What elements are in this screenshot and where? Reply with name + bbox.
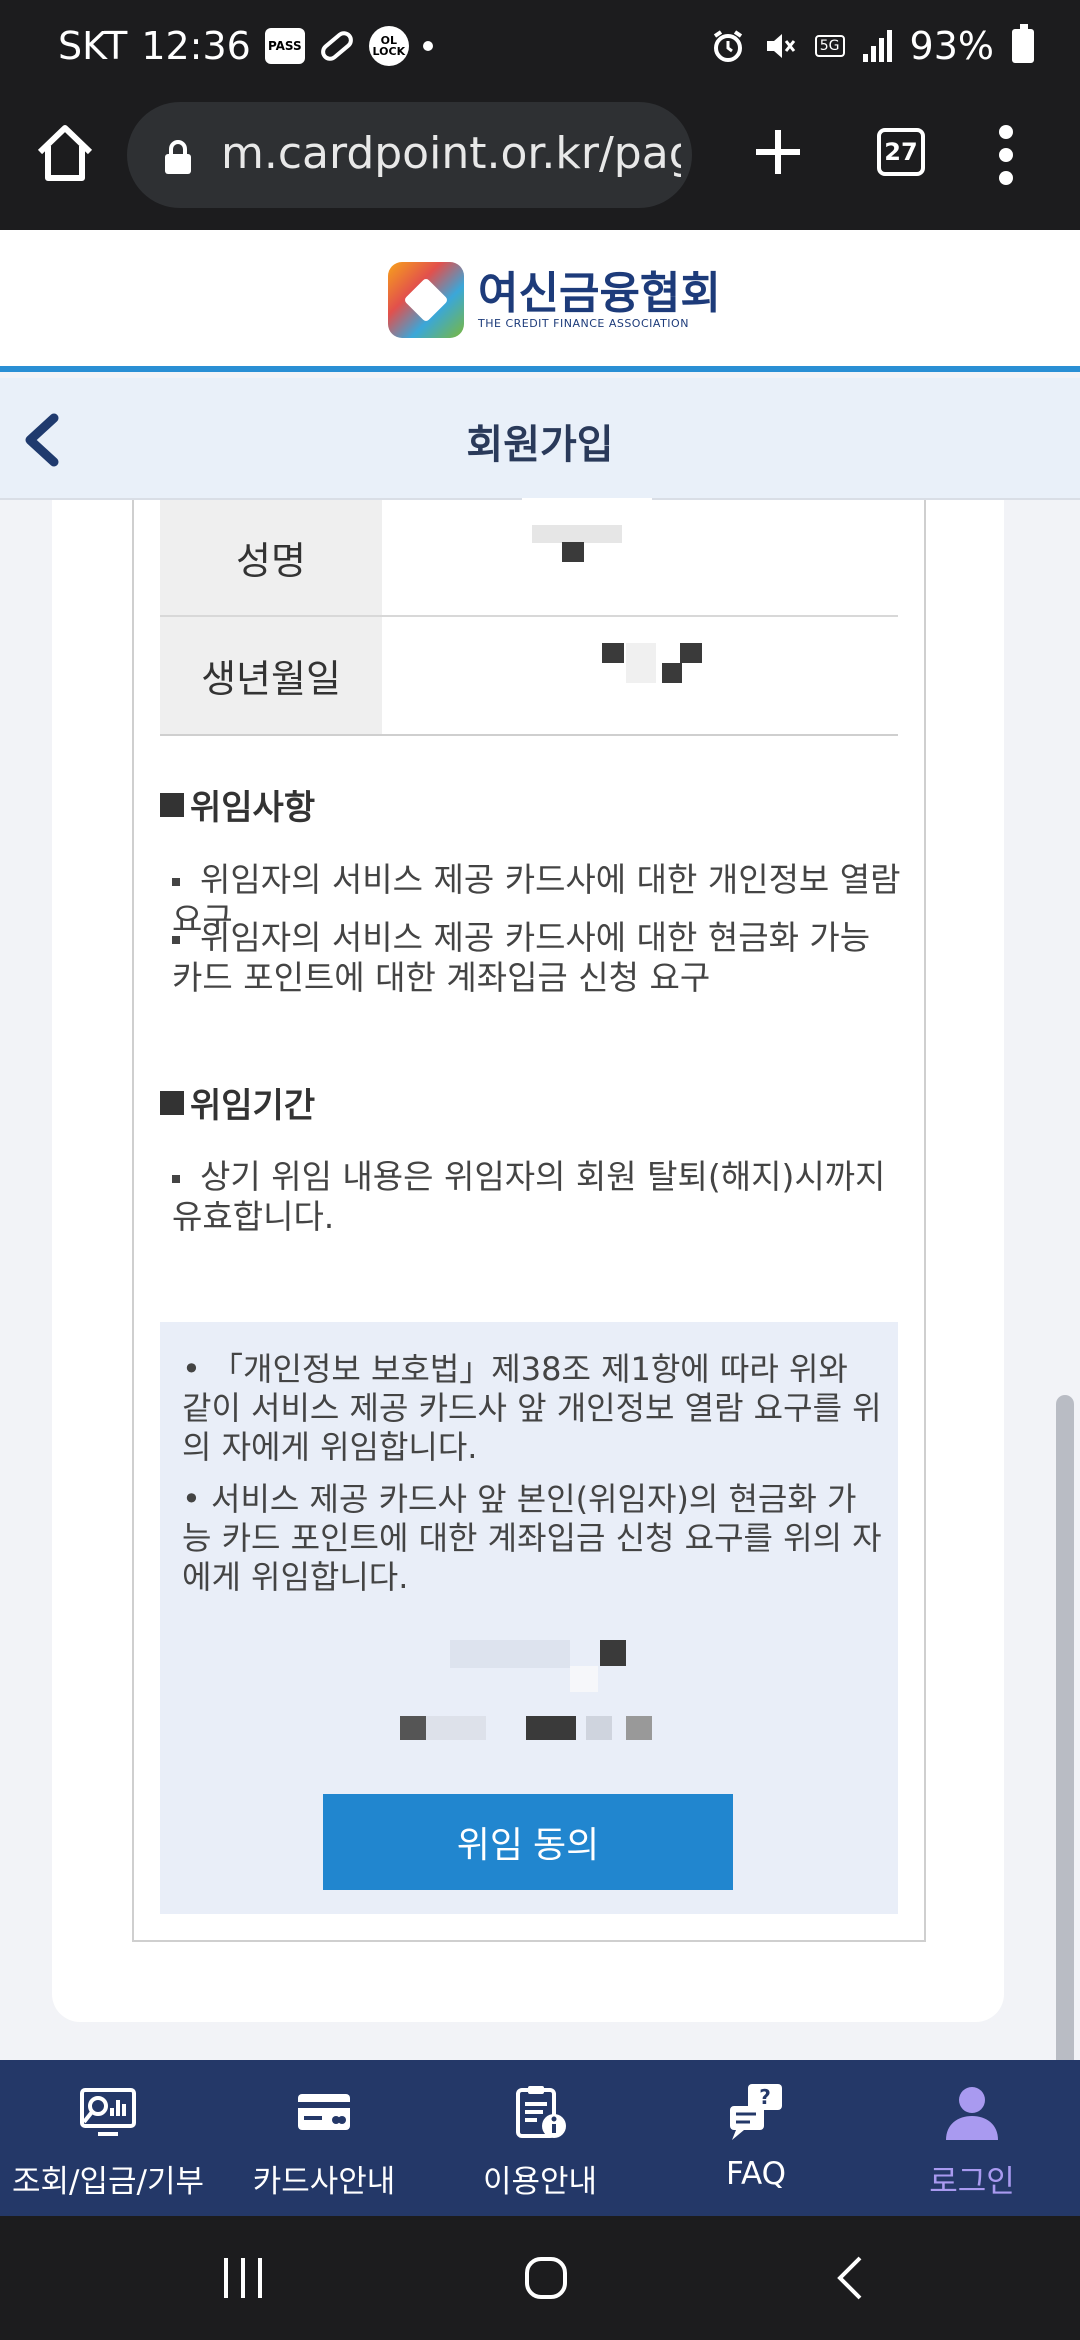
logo-korean: 여신금융협회 [478, 267, 721, 319]
status-right: 5G 93% [711, 24, 1034, 68]
nav-label: FAQ [725, 2156, 787, 2192]
page-title: 회원가입 [466, 422, 614, 468]
nav-card-companies[interactable]: 카드사안내 [216, 2060, 432, 2216]
recent-apps-icon[interactable] [220, 2256, 266, 2300]
square-bullet-icon [160, 792, 184, 817]
bullet-icon [172, 1174, 180, 1183]
logo-english: THE CREDIT FINANCE ASSOCIATION [478, 316, 689, 330]
notice-item-2: • 서비스 제공 카드사 앞 본인(위임자)의 현금화 가능 카드 포인트에 대… [182, 1480, 882, 1596]
name-row: 성명 [160, 498, 898, 617]
search-chart-icon [80, 2088, 136, 2136]
period-section-title: 위임기간 [160, 1078, 315, 1127]
signal-icon [862, 30, 892, 62]
status-bar: SKT 12:36 PASS OL LOCK 5G 93% [0, 0, 1080, 100]
url-text: m.cardpoint.or.kr/page [221, 128, 681, 179]
more-notifications-icon [422, 41, 433, 51]
alarm-icon [713, 30, 742, 62]
agree-delegation-button[interactable]: 위임 동의 [323, 1794, 733, 1890]
name-value-redacted [382, 498, 898, 615]
mute-icon [766, 34, 795, 58]
clock: 12:36 [141, 24, 251, 68]
info-table: 성명 생년월일 [160, 498, 898, 736]
consent-notice-box: • 「개인정보 보호법」제38조 제1항에 따라 위와 같이 서비스 제공 카드… [160, 1322, 898, 1914]
nav-label: 카드사안내 [252, 2164, 396, 2200]
user-icon [946, 2087, 998, 2140]
name-label: 성명 [160, 500, 382, 615]
nav-label: 이용안내 [482, 2164, 598, 2200]
bullet-icon [172, 935, 180, 944]
pill-icon [317, 27, 357, 65]
network-type: 5G [814, 35, 845, 57]
logo-mark-icon [388, 262, 464, 338]
birthdate-row: 생년월일 [160, 617, 898, 734]
delegation-item-2: 위임자의 서비스 제공 카드사에 대한 현금화 가능 카드 포인트에 대한 계좌… [172, 918, 871, 997]
site-header: 여신금융협회 THE CREDIT FINANCE ASSOCIATION [0, 230, 1080, 372]
tab-switcher-button[interactable]: 27 [877, 128, 925, 176]
back-system-icon[interactable] [834, 2256, 864, 2300]
page-scrollbar[interactable] [1056, 1395, 1074, 2095]
page-title-bar: 회원가입 [0, 378, 1080, 500]
delegation-section-title: 위임사항 [160, 780, 315, 829]
nav-login[interactable]: 로그인 [864, 2060, 1080, 2216]
site-logo[interactable]: 여신금융협회 THE CREDIT FINANCE ASSOCIATION [388, 262, 721, 338]
nav-label: 로그인 [929, 2164, 1015, 2200]
bottom-navigation: 조회/입금/기부 카드사안내 이용안내 ? FAQ 로그인 [0, 2060, 1080, 2216]
lock-icon [165, 140, 191, 174]
battery-icon [1012, 24, 1034, 63]
more-menu-icon[interactable] [994, 122, 1018, 188]
birthdate-value-redacted [382, 617, 898, 734]
clipboard-info-icon [516, 2086, 566, 2138]
pass-app-icon: PASS [264, 28, 305, 64]
svg-text:?: ? [759, 2085, 771, 2109]
nav-faq[interactable]: ? FAQ [648, 2060, 864, 2216]
status-left: SKT 12:36 PASS OL LOCK [58, 24, 433, 68]
nav-usage-guide[interactable]: 이용안내 [432, 2060, 648, 2216]
carrier: SKT [58, 24, 128, 68]
new-tab-icon[interactable] [748, 122, 808, 182]
square-bullet-icon [160, 1090, 184, 1115]
ol-lock-icon: OL LOCK [368, 26, 409, 66]
bullet-icon [172, 877, 180, 886]
home-system-icon[interactable] [524, 2256, 568, 2300]
nav-inquiry[interactable]: 조회/입금/기부 [0, 2060, 216, 2216]
address-bar[interactable]: m.cardpoint.or.kr/page [127, 102, 692, 208]
period-item-1: 상기 위임 내용은 위임자의 회원 탈퇴(해지)시까지 유효합니다. [172, 1157, 886, 1236]
home-icon[interactable] [30, 118, 100, 188]
nav-label: 조회/입금/기부 [11, 2164, 204, 2200]
battery-percent: 93% [909, 24, 994, 68]
card-icon [298, 2094, 350, 2130]
system-navigation-bar [0, 2216, 1080, 2340]
notice-item-1: • 「개인정보 보호법」제38조 제1항에 따라 위와 같이 서비스 제공 카드… [182, 1350, 882, 1466]
faq-chat-icon: ? [730, 2084, 782, 2140]
browser-toolbar: m.cardpoint.or.kr/page 27 [0, 100, 1080, 230]
birthdate-label: 생년월일 [160, 617, 382, 734]
